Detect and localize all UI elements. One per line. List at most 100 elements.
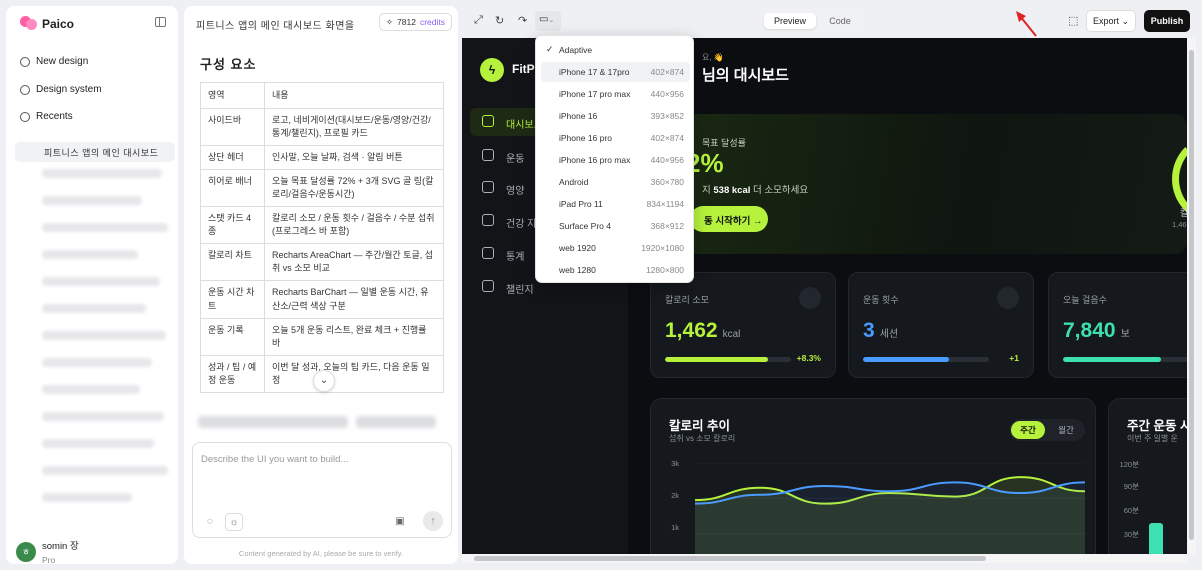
recent-item[interactable]	[42, 277, 160, 286]
recent-item-active[interactable]: 피트니스 앱의 메인 대시보드	[15, 142, 175, 162]
table-row: 사이드바 로고, 네비게이션(대시보드/운동/영양/건강/통계/챌린지), 프로…	[200, 108, 444, 147]
nav-recents[interactable]: Recents	[20, 111, 73, 122]
start-workout-button[interactable]: 동 시작하기 →	[690, 206, 768, 232]
scroll-down-chevron-icon[interactable]: ⌄	[313, 370, 335, 392]
device-dropdown-menu: ✓ Adaptive iPhone 17 & 17pro 402×874 iPhone …	[535, 35, 694, 283]
device-option-dims: 834×1194	[646, 199, 684, 209]
publish-button[interactable]: Publish	[1144, 10, 1190, 32]
chart-subtitle: 이번 주 일별 운	[1127, 434, 1178, 443]
vertical-scrollbar[interactable]	[1187, 38, 1196, 554]
paico-logo-icon	[20, 16, 37, 32]
stat-title: 칼로리 소모	[665, 295, 709, 305]
recent-item[interactable]	[42, 223, 168, 232]
device-option[interactable]: iPhone 16 pro 402×874	[541, 128, 690, 148]
recent-item[interactable]	[42, 196, 142, 205]
component-table: 영역 내용 사이드바 로고, 네비게이션(대시보드/운동/영양/건강/통계/챌린…	[200, 81, 444, 393]
expand-icon[interactable]: ⤢	[474, 14, 483, 27]
table-row: 칼로리 차트 Recharts AreaChart — 주간/월간 토글, 섭취…	[200, 243, 444, 282]
nav-label: Recents	[36, 111, 73, 122]
device-option[interactable]: Surface Pro 4 368×912	[541, 216, 690, 236]
recent-item[interactable]	[42, 385, 140, 394]
recent-item[interactable]	[42, 250, 138, 259]
period-toggle: 주간 월간	[1009, 419, 1085, 441]
recent-item[interactable]	[42, 412, 164, 421]
recent-item[interactable]	[42, 169, 162, 178]
stat-unit: kcal	[722, 329, 741, 340]
apple-icon	[482, 181, 494, 193]
table-cell: 오늘 5개 운동 리스트, 완료 체크 + 진행률 바	[264, 317, 444, 356]
table-row: 상단 헤더 인사말, 오늘 날짜, 검색 · 알림 버튼	[200, 145, 444, 171]
stat-number: 7,840	[1063, 319, 1116, 342]
recent-item[interactable]	[42, 439, 154, 448]
y-tick-label: 3k	[671, 459, 679, 468]
hero-sub-prefix: 지	[702, 185, 711, 196]
device-option[interactable]: iPhone 16 pro max 440×956	[541, 150, 690, 170]
flame-icon	[799, 287, 821, 309]
recent-item[interactable]	[42, 304, 146, 313]
refresh-icon[interactable]: ↻	[495, 14, 504, 27]
sidebar-collapse-icon[interactable]	[155, 17, 166, 27]
nav-new-design[interactable]: New design	[20, 56, 88, 67]
recent-item[interactable]	[42, 466, 168, 475]
stat-card-calories: 칼로리 소모 1,462 kcal +8.3%	[650, 272, 836, 378]
stat-card-steps: 오늘 걸음수 7,840 보	[1048, 272, 1187, 378]
recent-item[interactable]	[42, 493, 132, 502]
ai-disclaimer: Content generated by AI, please be sure …	[238, 549, 404, 558]
stat-number: 1,462	[665, 319, 718, 342]
chat-message	[198, 416, 348, 428]
send-button[interactable]: ↑	[423, 511, 443, 531]
tab-code[interactable]: Code	[814, 13, 866, 29]
nav-label: 운동	[506, 154, 525, 165]
chart-title: 칼로리 추이	[669, 419, 730, 433]
redo-icon[interactable]: ↷	[518, 14, 527, 27]
scroll-thumb[interactable]	[1189, 50, 1194, 540]
device-option-dims: 1280×800	[645, 265, 684, 275]
tab-preview[interactable]: Preview	[764, 13, 816, 29]
brand[interactable]: Paico	[20, 16, 74, 32]
credits-label: credits	[419, 17, 445, 27]
device-option-dims: 402×874	[650, 133, 684, 143]
stat-progress-fill	[863, 357, 949, 362]
device-option[interactable]: iPad Pro 11 834×1194	[541, 194, 690, 214]
device-option[interactable]: web 1920 1920×1080	[541, 238, 690, 258]
scroll-thumb[interactable]	[474, 556, 986, 561]
device-option[interactable]: iPhone 17 & 17pro 402×874	[541, 62, 690, 82]
device-option-dims: 368×912	[650, 221, 684, 231]
calorie-area-chart	[695, 463, 1085, 554]
calorie-chart-panel: 칼로리 추이 섭취 vs 소모 칼로리 주간 월간 3k 2k 1k 0	[650, 398, 1096, 554]
table-row: 운동 시간 차트 Recharts BarChart — 일별 운동 시간, 유…	[200, 280, 444, 319]
greeting-title: 님의 대시보드	[702, 67, 789, 84]
attach-icon[interactable]: ◌	[201, 513, 219, 531]
device-option[interactable]: iPhone 16 393×852	[541, 106, 690, 126]
export-button[interactable]: Export ⌄	[1086, 10, 1136, 32]
credits-badge[interactable]: ✧ 7812 credits	[378, 13, 452, 31]
table-header: 영역	[200, 81, 265, 110]
table-cell: 이번 달 성과, 오늘의 팁 카드, 다음 운동 일정	[264, 354, 444, 393]
idea-bulb-icon[interactable]: ☼	[225, 513, 243, 531]
image-upload-icon[interactable]: ▣	[391, 513, 409, 531]
recent-item[interactable]	[42, 331, 166, 340]
device-option-name: iPhone 16	[559, 111, 598, 121]
horizontal-scrollbar[interactable]	[462, 554, 1187, 563]
preview-brand: FitP	[512, 62, 535, 76]
toggle-monthly[interactable]: 월간	[1049, 421, 1083, 439]
device-option[interactable]: iPhone 17 pro max 440×956	[541, 84, 690, 104]
nav-design-system[interactable]: Design system	[20, 84, 102, 95]
table-row: 스탯 카드 4종 칼로리 소모 / 운동 횟수 / 걸음수 / 수분 섭취 (프…	[200, 206, 444, 245]
device-option[interactable]: ✓ Adaptive	[541, 40, 690, 60]
device-option-name: web 1280	[559, 265, 596, 275]
prompt-composer[interactable]: Describe the UI you want to build... ◌ ☼…	[192, 442, 452, 538]
select-cursor-icon[interactable]: ⬚	[1068, 14, 1078, 27]
weekly-workout-panel: 주간 운동 시 이번 주 일별 운 120분 90분 60분 30분	[1108, 398, 1187, 554]
user-profile[interactable]: ㅎ somin 장 Pro	[16, 538, 79, 565]
device-option[interactable]: Android 360×780	[541, 172, 690, 192]
device-option-name: Surface Pro 4	[559, 221, 611, 231]
credits-value: 7812	[397, 17, 416, 27]
toggle-weekly[interactable]: 주간	[1011, 421, 1045, 439]
hero-sub-suffix: 더 소모하세요	[753, 185, 809, 196]
y-tick-label: 2k	[671, 491, 679, 500]
stat-progress	[665, 357, 791, 362]
recent-item[interactable]	[42, 358, 152, 367]
device-option[interactable]: web 1280 1280×800	[541, 260, 690, 280]
device-selector-button[interactable]: ▭⌄	[535, 11, 561, 31]
